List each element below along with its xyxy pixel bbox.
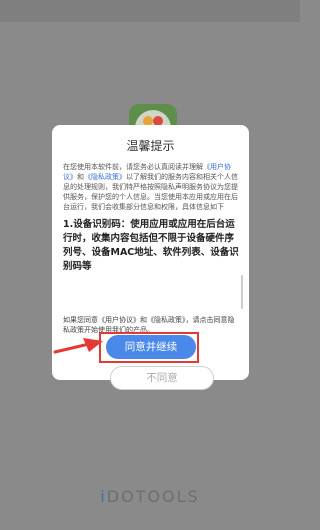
intro-paragraph: 在您使用本软件前，请您务必认真阅读并理解《用户协议》和《隐私政策》以了解我们的服… <box>63 162 239 212</box>
privacy-policy-link[interactable]: 《隐私政策》 <box>84 173 126 181</box>
dialog-title: 温馨提示 <box>126 139 175 153</box>
dialog-scroll-content[interactable]: 在您使用本软件前，请您务必认真阅读并理解《用户协议》和《隐私政策》以了解我们的服… <box>63 162 239 314</box>
brand-watermark: iDOTOOLS <box>0 487 300 506</box>
decline-button[interactable]: 不同意 <box>110 366 214 390</box>
and-text: 和 <box>77 173 84 181</box>
annotation-arrow-icon <box>53 338 103 354</box>
brand-rest: DOTOOLS <box>106 487 200 506</box>
status-bar-area <box>0 0 300 22</box>
intro-prefix: 在您使用本软件前，请您务必认真阅读并理解 <box>63 163 203 171</box>
highlight-box <box>99 332 199 363</box>
scrollbar-thumb[interactable] <box>241 275 243 309</box>
device-id-section: 1.设备识别码：使用应用或应用在后台运行时，收集内容包括但不限于设备硬件序列号、… <box>63 219 239 272</box>
